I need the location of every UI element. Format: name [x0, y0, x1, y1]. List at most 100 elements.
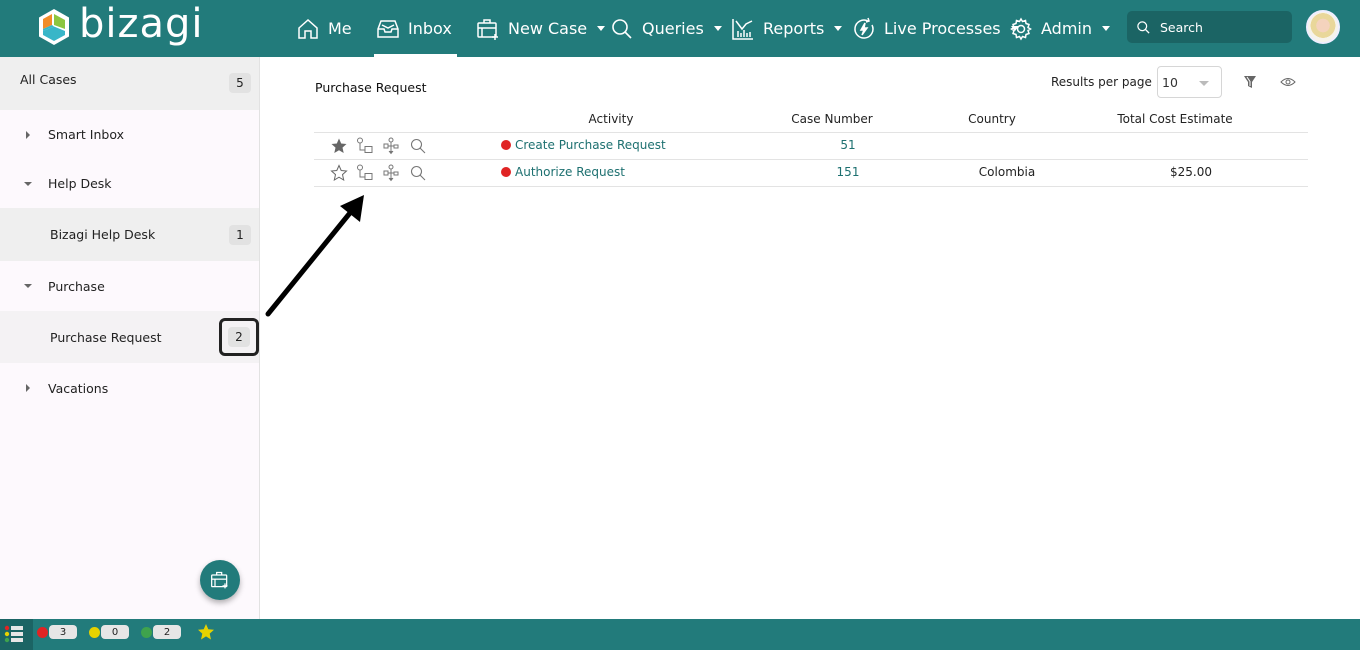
favorites-star-icon[interactable] — [197, 623, 215, 641]
collapse-arrow-icon[interactable] — [24, 284, 32, 288]
sidebar-item-label: All Cases — [20, 72, 77, 87]
chevron-down-icon — [597, 26, 606, 31]
sidebar-group-smart-inbox[interactable]: Smart Inbox — [0, 110, 259, 159]
sidebar-group-help-desk[interactable]: Help Desk — [0, 159, 259, 208]
status-dot-red — [37, 626, 48, 638]
collapse-arrow-icon[interactable] — [24, 181, 32, 186]
workflow-icon[interactable] — [356, 164, 374, 182]
magnify-icon[interactable] — [409, 137, 427, 155]
status-dot-yellow — [89, 626, 100, 638]
subprocess-icon[interactable] — [382, 137, 400, 155]
reports-icon — [732, 18, 753, 40]
case-count-badge: 2 — [228, 327, 250, 347]
favorite-star-outline-icon[interactable] — [330, 164, 348, 182]
chevron-down-icon — [1199, 81, 1209, 86]
user-avatar[interactable] — [1306, 10, 1340, 44]
gear-icon — [1010, 17, 1032, 40]
nav-reports-label: Reports — [763, 19, 825, 38]
count-badge: 2 — [153, 625, 181, 639]
inbox-icon — [377, 19, 399, 38]
table-divider — [314, 132, 1308, 133]
on-time-cases-counter[interactable]: 2 — [141, 625, 181, 639]
global-search-input[interactable]: Search — [1127, 11, 1292, 43]
sidebar-item-label: Bizagi Help Desk — [50, 227, 156, 242]
country-cell: Colombia — [978, 165, 1036, 179]
filter-icon[interactable] — [1242, 74, 1258, 90]
nav-reports[interactable]: Reports — [731, 0, 843, 57]
search-icon — [612, 18, 632, 39]
bizagi-logo-icon — [39, 9, 69, 45]
favorite-star-filled-icon[interactable] — [330, 137, 348, 155]
status-bar: 3 0 2 — [0, 619, 1360, 650]
magnify-icon[interactable] — [409, 164, 427, 182]
sidebar-item-purchase-request[interactable]: Purchase Request 2 — [0, 311, 259, 363]
top-navigation-bar: bizagi Me Inbox New Case Queries Reports… — [0, 0, 1360, 57]
table-divider — [314, 159, 1308, 160]
list-menu-button[interactable] — [0, 619, 33, 650]
nav-live-processes-label: Live Processes — [884, 19, 1001, 38]
home-icon — [298, 18, 318, 39]
column-header-case-number[interactable]: Case Number — [791, 112, 872, 126]
nav-admin[interactable]: Admin — [1009, 0, 1110, 57]
at-risk-cases-counter[interactable]: 0 — [89, 625, 129, 639]
workflow-icon[interactable] — [356, 137, 374, 155]
search-icon — [1137, 20, 1150, 34]
brand-name: bizagi — [79, 1, 204, 47]
sidebar-group-purchase[interactable]: Purchase — [0, 261, 259, 311]
status-dot-red — [501, 167, 511, 177]
activity-link[interactable]: Create Purchase Request — [501, 138, 666, 152]
status-dot-red — [501, 140, 511, 150]
chevron-down-icon — [834, 26, 843, 31]
sidebar-item-bizagi-help-desk[interactable]: Bizagi Help Desk 1 — [0, 208, 259, 261]
nav-inbox[interactable]: Inbox — [374, 0, 457, 57]
search-placeholder: Search — [1160, 19, 1203, 35]
subprocess-icon[interactable] — [382, 164, 400, 182]
annotation-arrow — [265, 195, 364, 317]
nav-queries-label: Queries — [642, 19, 704, 38]
case-number-link[interactable]: 151 — [837, 165, 860, 179]
results-per-page-select[interactable]: 10 — [1157, 66, 1222, 98]
expand-arrow-icon[interactable] — [26, 130, 30, 139]
nav-live-processes[interactable]: Live Processes — [852, 0, 1019, 57]
results-per-page-value: 10 — [1162, 74, 1178, 90]
column-header-country[interactable]: Country — [968, 112, 1016, 126]
page-title: Purchase Request — [315, 80, 427, 95]
new-case-icon — [477, 18, 498, 40]
status-dot-green — [141, 626, 152, 638]
count-badge: 0 — [101, 625, 129, 639]
column-header-activity[interactable]: Activity — [589, 112, 634, 126]
case-sidebar: All Cases 5 Smart Inbox Help Desk Bizagi… — [0, 57, 260, 619]
activity-label: Authorize Request — [515, 165, 625, 179]
new-case-fab-button[interactable] — [200, 560, 240, 600]
expand-arrow-icon[interactable] — [26, 384, 30, 392]
sidebar-item-all-cases[interactable]: All Cases 5 — [0, 57, 259, 110]
nav-new-case-label: New Case — [508, 19, 588, 38]
list-icon — [4, 625, 23, 643]
eye-icon[interactable] — [1280, 75, 1296, 89]
nav-queries[interactable]: Queries — [610, 0, 722, 57]
sidebar-item-label: Purchase — [48, 278, 105, 294]
column-header-total-cost-estimate[interactable]: Total Cost Estimate — [1117, 112, 1232, 126]
results-per-page-label: Results per page — [1051, 75, 1152, 89]
overdue-cases-counter[interactable]: 3 — [37, 625, 77, 639]
sidebar-item-label: Purchase Request — [50, 329, 162, 345]
count-badge: 3 — [49, 625, 77, 639]
sidebar-item-label: Smart Inbox — [48, 127, 124, 142]
case-number-link[interactable]: 51 — [840, 138, 855, 152]
activity-label: Create Purchase Request — [515, 138, 666, 152]
nav-new-case[interactable]: New Case — [476, 0, 606, 57]
nav-inbox-label: Inbox — [408, 19, 452, 38]
sidebar-item-label: Vacations — [48, 380, 109, 396]
nav-me[interactable]: Me — [296, 0, 352, 57]
chevron-down-icon — [1102, 26, 1110, 31]
total-cost-cell: $25.00 — [1170, 165, 1212, 179]
nav-me-label: Me — [328, 19, 352, 38]
case-count-badge: 1 — [229, 224, 251, 245]
bizagi-logo[interactable]: bizagi — [37, 3, 204, 51]
new-case-icon — [211, 571, 228, 589]
chevron-down-icon — [713, 26, 722, 31]
sidebar-group-vacations[interactable]: Vacations — [0, 363, 259, 413]
table-divider — [314, 186, 1308, 187]
activity-link[interactable]: Authorize Request — [501, 165, 625, 179]
nav-admin-label: Admin — [1041, 19, 1092, 38]
